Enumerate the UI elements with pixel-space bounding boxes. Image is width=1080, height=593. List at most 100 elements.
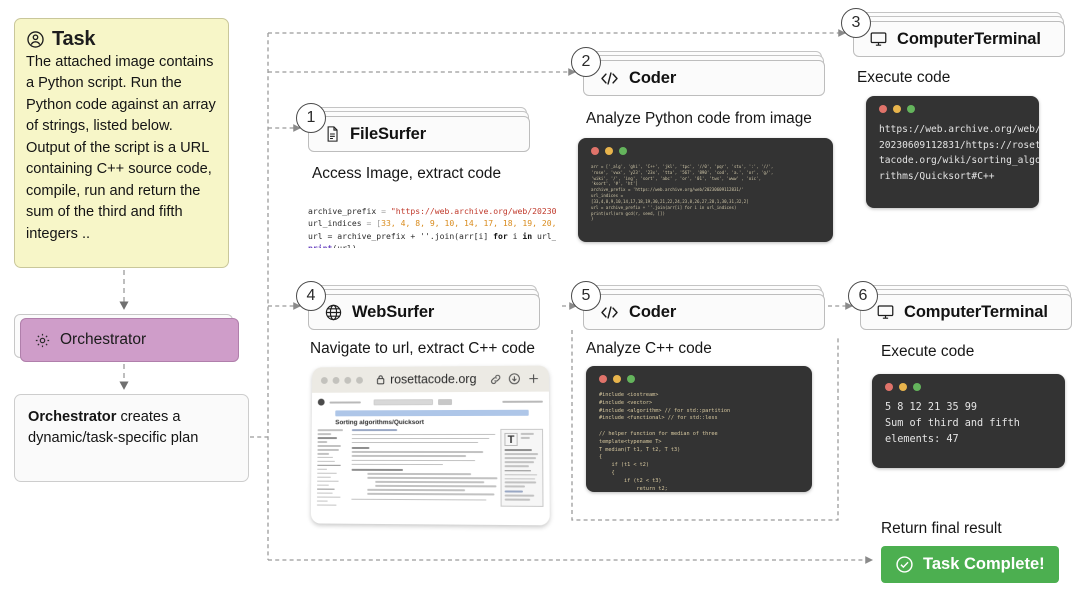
py-var-1: archive_prefix	[308, 205, 377, 216]
browser-screenshot-thumbnail[interactable]: rosettacode.org Sorting algorithms/Quick…	[310, 365, 550, 526]
agent-name: Coder	[629, 302, 677, 321]
flow-diagram-canvas: Task The attached image contains a Pytho…	[0, 0, 1080, 593]
gear-icon	[34, 332, 51, 349]
step-badge-1: 1	[296, 103, 326, 133]
browser-page-content: Sorting algorithms/Quicksort T	[310, 391, 550, 526]
python-image-terminal: arr = ['_alg', 'ghi', 'C++', 'jkl', 'tpc…	[578, 138, 833, 242]
step-badge-4: 4	[296, 281, 326, 311]
caption-websurfer: Navigate to url, extract C++ code	[310, 340, 535, 357]
py-kw-in: in	[522, 230, 533, 241]
py-nums-2: 33, 4, 8, 9, 10, 14, 17, 18, 19, 20, 21,…	[381, 218, 556, 229]
agent-card-coder-cpp[interactable]: Coder	[583, 294, 825, 330]
wiki-search-button[interactable]	[438, 398, 453, 405]
py-kw-for: for	[493, 230, 508, 241]
py-var-2: url_indices	[308, 218, 362, 229]
window-dots	[879, 105, 1028, 113]
close-dot[interactable]	[879, 105, 887, 113]
orchestrator-label: Orchestrator	[60, 331, 147, 348]
step-badge-6: 6	[848, 281, 878, 311]
step-badge-3: 3	[841, 8, 871, 38]
close-dot[interactable]	[320, 376, 328, 384]
maximize-dot[interactable]	[619, 147, 627, 155]
infobox-letter: T	[504, 432, 518, 447]
window-dots	[885, 383, 1054, 391]
py-op-2: = [	[361, 218, 382, 229]
browser-toolbar-icons[interactable]	[490, 373, 540, 385]
monitor-icon	[870, 31, 887, 47]
globe-icon	[325, 304, 342, 321]
agent-name: FileSurfer	[350, 124, 427, 143]
close-dot[interactable]	[599, 375, 607, 383]
caption-coder-python: Analyze Python code from image	[586, 110, 812, 127]
wiki-notice-banner	[335, 409, 529, 417]
wiki-infobox: T	[500, 428, 544, 510]
step-node-websurfer[interactable]: WebSurfer 4	[296, 281, 543, 335]
wiki-search-box[interactable]	[373, 398, 434, 405]
agent-card-computerterminal-1[interactable]: ComputerTerminal	[853, 21, 1065, 57]
task-complete-label: Task Complete!	[923, 555, 1045, 573]
step-node-computerterminal-2[interactable]: ComputerTerminal 6	[848, 281, 1075, 335]
close-dot[interactable]	[591, 147, 599, 155]
py-op-1: =	[376, 205, 391, 216]
url-output-terminal: https://web.archive.org/web/ 20230609112…	[866, 96, 1039, 208]
caption-coder-cpp: Analyze C++ code	[586, 340, 712, 357]
code-brackets-icon	[600, 71, 619, 86]
task-complete-banner[interactable]: Task Complete!	[881, 546, 1059, 583]
agent-name: ComputerTerminal	[904, 302, 1048, 321]
url-output-text: https://web.archive.org/web/ 20230609112…	[879, 124, 1039, 182]
py-print-args: (url)	[332, 243, 356, 248]
step-node-filesurfer[interactable]: FileSurfer 1	[296, 103, 533, 157]
download-icon[interactable]	[508, 373, 520, 385]
minimize-dot[interactable]	[613, 375, 621, 383]
wiki-article-body	[351, 429, 498, 509]
browser-window-dots[interactable]	[320, 376, 363, 384]
plus-icon[interactable]	[527, 373, 539, 385]
python-image-code: arr = ['_alg', 'ghi', 'C++', 'jkl', 'tpc…	[591, 164, 774, 222]
monitor-icon	[877, 304, 894, 320]
py-line-3b: i	[507, 230, 523, 241]
minimize-dot[interactable]	[893, 105, 901, 113]
maximize-dot[interactable]	[627, 375, 635, 383]
browser-chrome: rosettacode.org	[312, 365, 549, 393]
minimize-dot[interactable]	[899, 383, 907, 391]
step-node-computerterminal-1[interactable]: ComputerTerminal 3	[841, 8, 1068, 62]
wiki-brand-text	[329, 400, 361, 404]
agent-card-coder-python[interactable]: Coder	[583, 60, 825, 96]
check-circle-icon	[895, 555, 914, 574]
maximize-dot[interactable]	[344, 376, 352, 384]
task-description: The attached image contains a Python scr…	[26, 54, 216, 242]
wiki-page-title: Sorting algorithms/Quicksort	[335, 419, 425, 427]
browser-url-text: rosettacode.org	[390, 372, 477, 387]
minimize-dot[interactable]	[332, 376, 340, 384]
step-badge-5: 5	[571, 281, 601, 311]
orchestrator-card[interactable]: Orchestrator	[20, 318, 239, 362]
link-icon[interactable]	[490, 373, 501, 384]
browser-address-bar[interactable]: rosettacode.org	[370, 372, 483, 387]
file-icon	[325, 126, 340, 142]
agent-name: WebSurfer	[352, 302, 435, 321]
orchestrator-node[interactable]: Orchestrator	[14, 314, 239, 362]
wiki-columns: T	[316, 428, 544, 510]
step-node-coder-python[interactable]: Coder 2	[571, 47, 828, 101]
step-node-coder-cpp[interactable]: Coder 5	[571, 281, 828, 335]
agent-card-computerterminal-2[interactable]: ComputerTerminal	[860, 294, 1072, 330]
cpp-code-text: #include <iostream> #include <vector> #i…	[599, 392, 731, 492]
caption-final-result: Return final result	[881, 520, 1002, 537]
wiki-sidebar	[316, 429, 347, 508]
minimize-dot[interactable]	[605, 147, 613, 155]
maximize-dot[interactable]	[913, 383, 921, 391]
agent-card-websurfer[interactable]: WebSurfer	[308, 294, 540, 330]
maximize-dot[interactable]	[907, 105, 915, 113]
caption-filesurfer: Access Image, extract code	[312, 165, 502, 182]
wiki-header-row	[317, 397, 543, 407]
agent-card-filesurfer[interactable]: FileSurfer	[308, 116, 530, 152]
python-code-snippet: archive_prefix = "https://web.archive.or…	[308, 192, 556, 248]
wiki-logo	[317, 398, 325, 406]
extra-dot[interactable]	[356, 376, 363, 384]
py-fn-print: print	[308, 243, 332, 248]
agent-name: ComputerTerminal	[897, 29, 1041, 48]
close-dot[interactable]	[885, 383, 893, 391]
task-header: Task	[26, 28, 217, 51]
plan-bold-text: Orchestrator	[28, 409, 117, 425]
wiki-account-links[interactable]	[502, 400, 543, 403]
